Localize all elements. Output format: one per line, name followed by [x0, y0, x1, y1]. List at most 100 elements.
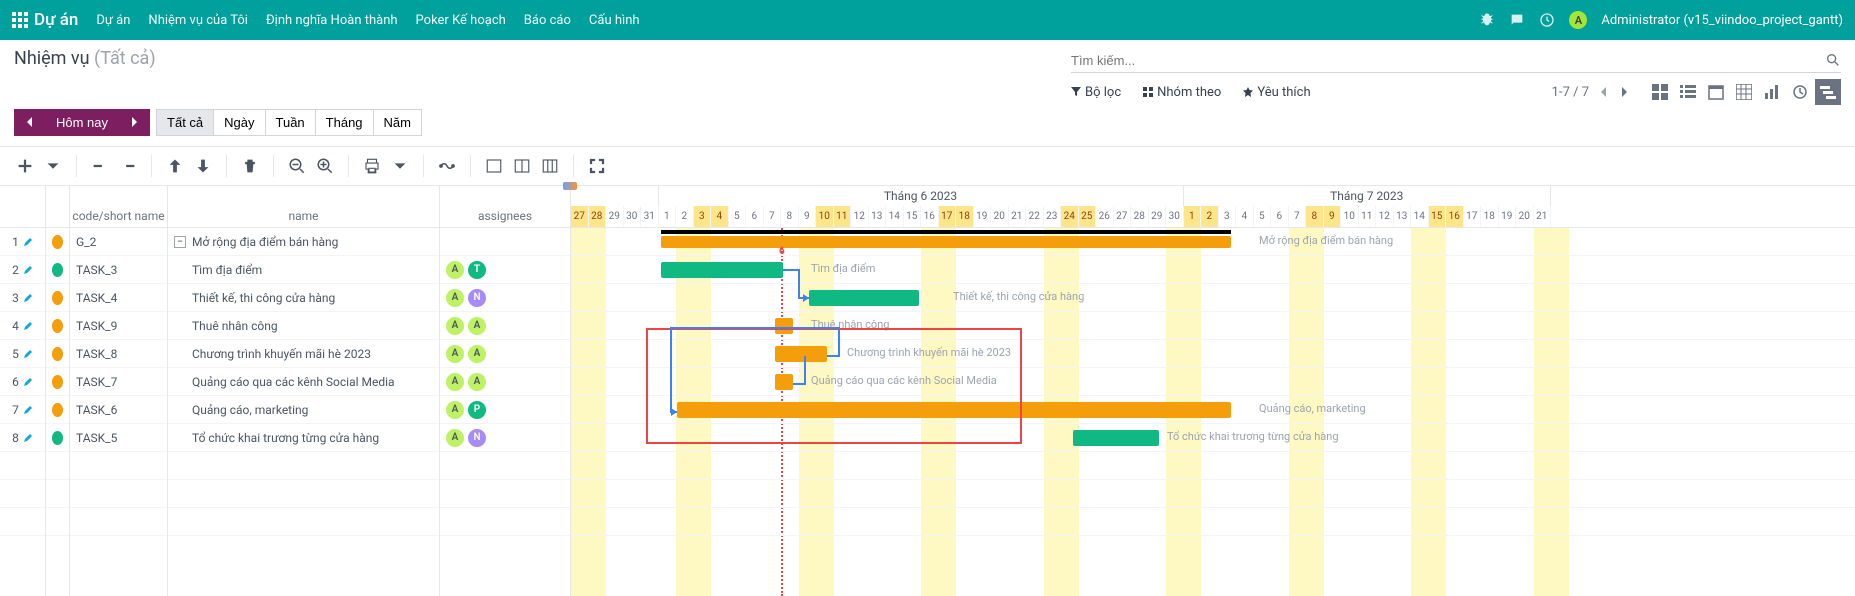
- prev-button[interactable]: [14, 109, 46, 136]
- gantt-bar[interactable]: [1073, 430, 1159, 446]
- row-index[interactable]: 6: [0, 368, 45, 396]
- row-index[interactable]: 5: [0, 340, 45, 368]
- gantt-bar[interactable]: [661, 236, 1231, 248]
- search-icon[interactable]: [1825, 52, 1841, 68]
- view-activity[interactable]: [1787, 79, 1813, 105]
- nav-item-poker[interactable]: Poker Kế hoạch: [416, 13, 506, 28]
- edit-icon[interactable]: [23, 349, 33, 359]
- row-index[interactable]: 1: [0, 228, 45, 256]
- edit-icon[interactable]: [23, 265, 33, 275]
- nav-item-project[interactable]: Dự án: [96, 13, 130, 28]
- code-cell[interactable]: TASK_8: [70, 340, 167, 368]
- today-button[interactable]: Hôm nay: [45, 109, 119, 136]
- scale-year-button[interactable]: Năm: [373, 109, 422, 136]
- name-cell[interactable]: Chương trình khuyến mãi hè 2023: [168, 340, 439, 368]
- row-index[interactable]: 3: [0, 284, 45, 312]
- scale-all-button[interactable]: Tất cả: [156, 109, 214, 136]
- name-cell[interactable]: Thiết kế, thi công cửa hàng: [168, 284, 439, 312]
- zoom-in-icon[interactable]: [314, 155, 336, 177]
- view-graph[interactable]: [1759, 79, 1785, 105]
- summary-bar[interactable]: [661, 230, 1231, 234]
- row-index[interactable]: 7: [0, 396, 45, 424]
- view-pivot[interactable]: [1731, 79, 1757, 105]
- row-index[interactable]: 4: [0, 312, 45, 340]
- layout-1-icon[interactable]: [483, 155, 505, 177]
- link-icon[interactable]: [436, 155, 458, 177]
- dropdown-icon[interactable]: [42, 155, 64, 177]
- edit-icon[interactable]: [23, 321, 33, 331]
- clock-icon[interactable]: [1539, 12, 1555, 28]
- edit-icon[interactable]: [23, 377, 33, 387]
- assignees-cell[interactable]: AA: [440, 368, 570, 396]
- bug-icon[interactable]: [1479, 12, 1495, 28]
- view-list[interactable]: [1675, 79, 1701, 105]
- layout-2-icon[interactable]: [511, 155, 533, 177]
- search-box[interactable]: [1071, 48, 1841, 73]
- view-kanban[interactable]: [1647, 79, 1673, 105]
- code-cell[interactable]: TASK_5: [70, 424, 167, 452]
- scale-week-button[interactable]: Tuần: [265, 109, 316, 136]
- nav-item-reports[interactable]: Báo cáo: [524, 13, 571, 28]
- row-index[interactable]: 8: [0, 424, 45, 452]
- assignees-cell[interactable]: AN: [440, 424, 570, 452]
- gantt-bar[interactable]: [775, 374, 793, 390]
- assignees-cell[interactable]: AA: [440, 340, 570, 368]
- assignees-cell[interactable]: AT: [440, 256, 570, 284]
- name-cell[interactable]: Thuê nhân công: [168, 312, 439, 340]
- gantt-timeline[interactable]: Tháng 6 2023 Tháng 7 2023 27282930311234…: [571, 186, 1855, 596]
- layout-3-icon[interactable]: [539, 155, 561, 177]
- view-gantt[interactable]: [1815, 79, 1841, 105]
- name-cell[interactable]: Quảng cáo, marketing: [168, 396, 439, 424]
- groupby-button[interactable]: Nhóm theo: [1143, 85, 1221, 100]
- name-cell[interactable]: Tìm địa điểm: [168, 256, 439, 284]
- filter-button[interactable]: Bộ lọc: [1071, 85, 1121, 100]
- gantt-bar[interactable]: [775, 318, 793, 334]
- assignees-cell[interactable]: AP: [440, 396, 570, 424]
- nav-item-config[interactable]: Cấu hình: [589, 13, 640, 28]
- chat-icon[interactable]: [1509, 12, 1525, 28]
- code-cell[interactable]: TASK_7: [70, 368, 167, 396]
- move-up-icon[interactable]: [164, 155, 186, 177]
- assignees-cell[interactable]: [440, 228, 570, 256]
- name-cell[interactable]: −Mở rộng địa điểm bán hàng: [168, 228, 439, 256]
- next-button[interactable]: [118, 109, 150, 136]
- zoom-out-icon[interactable]: [286, 155, 308, 177]
- pager-prev-icon[interactable]: [1599, 87, 1609, 97]
- row-index[interactable]: 2: [0, 256, 45, 284]
- gantt-bar[interactable]: [809, 290, 919, 306]
- scale-month-button[interactable]: Tháng: [315, 109, 374, 136]
- code-cell[interactable]: TASK_6: [70, 396, 167, 424]
- avatar[interactable]: A: [1569, 11, 1587, 29]
- view-calendar[interactable]: [1703, 79, 1729, 105]
- code-cell[interactable]: TASK_3: [70, 256, 167, 284]
- gantt-bar[interactable]: [661, 262, 783, 278]
- nav-item-dod[interactable]: Định nghĩa Hoàn thành: [266, 13, 398, 28]
- name-cell[interactable]: Quảng cáo qua các kênh Social Media: [168, 368, 439, 396]
- unlink-right-icon[interactable]: [117, 155, 139, 177]
- edit-icon[interactable]: [23, 433, 33, 443]
- scale-day-button[interactable]: Ngày: [213, 109, 265, 136]
- favorite-button[interactable]: Yêu thích: [1243, 85, 1310, 100]
- assignees-cell[interactable]: AA: [440, 312, 570, 340]
- name-cell[interactable]: Tổ chức khai trương từng cửa hàng: [168, 424, 439, 452]
- fullscreen-icon[interactable]: [586, 155, 608, 177]
- dropdown2-icon[interactable]: [389, 155, 411, 177]
- move-down-icon[interactable]: [192, 155, 214, 177]
- code-cell[interactable]: G_2: [70, 228, 167, 256]
- timeline-body[interactable]: Mở rộng địa điểm bán hàng 6 Tìm địa điểm…: [571, 228, 1855, 536]
- delete-icon[interactable]: [239, 155, 261, 177]
- edit-icon[interactable]: [23, 293, 33, 303]
- app-switcher[interactable]: Dự án: [12, 10, 78, 30]
- user-label[interactable]: Administrator (v15_viindoo_project_gantt…: [1601, 13, 1843, 28]
- edit-icon[interactable]: [23, 237, 33, 247]
- edit-icon[interactable]: [23, 405, 33, 415]
- code-cell[interactable]: TASK_4: [70, 284, 167, 312]
- pager-next-icon[interactable]: [1619, 87, 1629, 97]
- unlink-left-icon[interactable]: [89, 155, 111, 177]
- search-input[interactable]: [1071, 53, 1825, 68]
- add-button[interactable]: [14, 155, 36, 177]
- code-cell[interactable]: TASK_9: [70, 312, 167, 340]
- nav-item-mytasks[interactable]: Nhiệm vụ của Tôi: [148, 13, 248, 28]
- gantt-bar[interactable]: [775, 346, 827, 362]
- collapse-icon[interactable]: −: [174, 236, 186, 248]
